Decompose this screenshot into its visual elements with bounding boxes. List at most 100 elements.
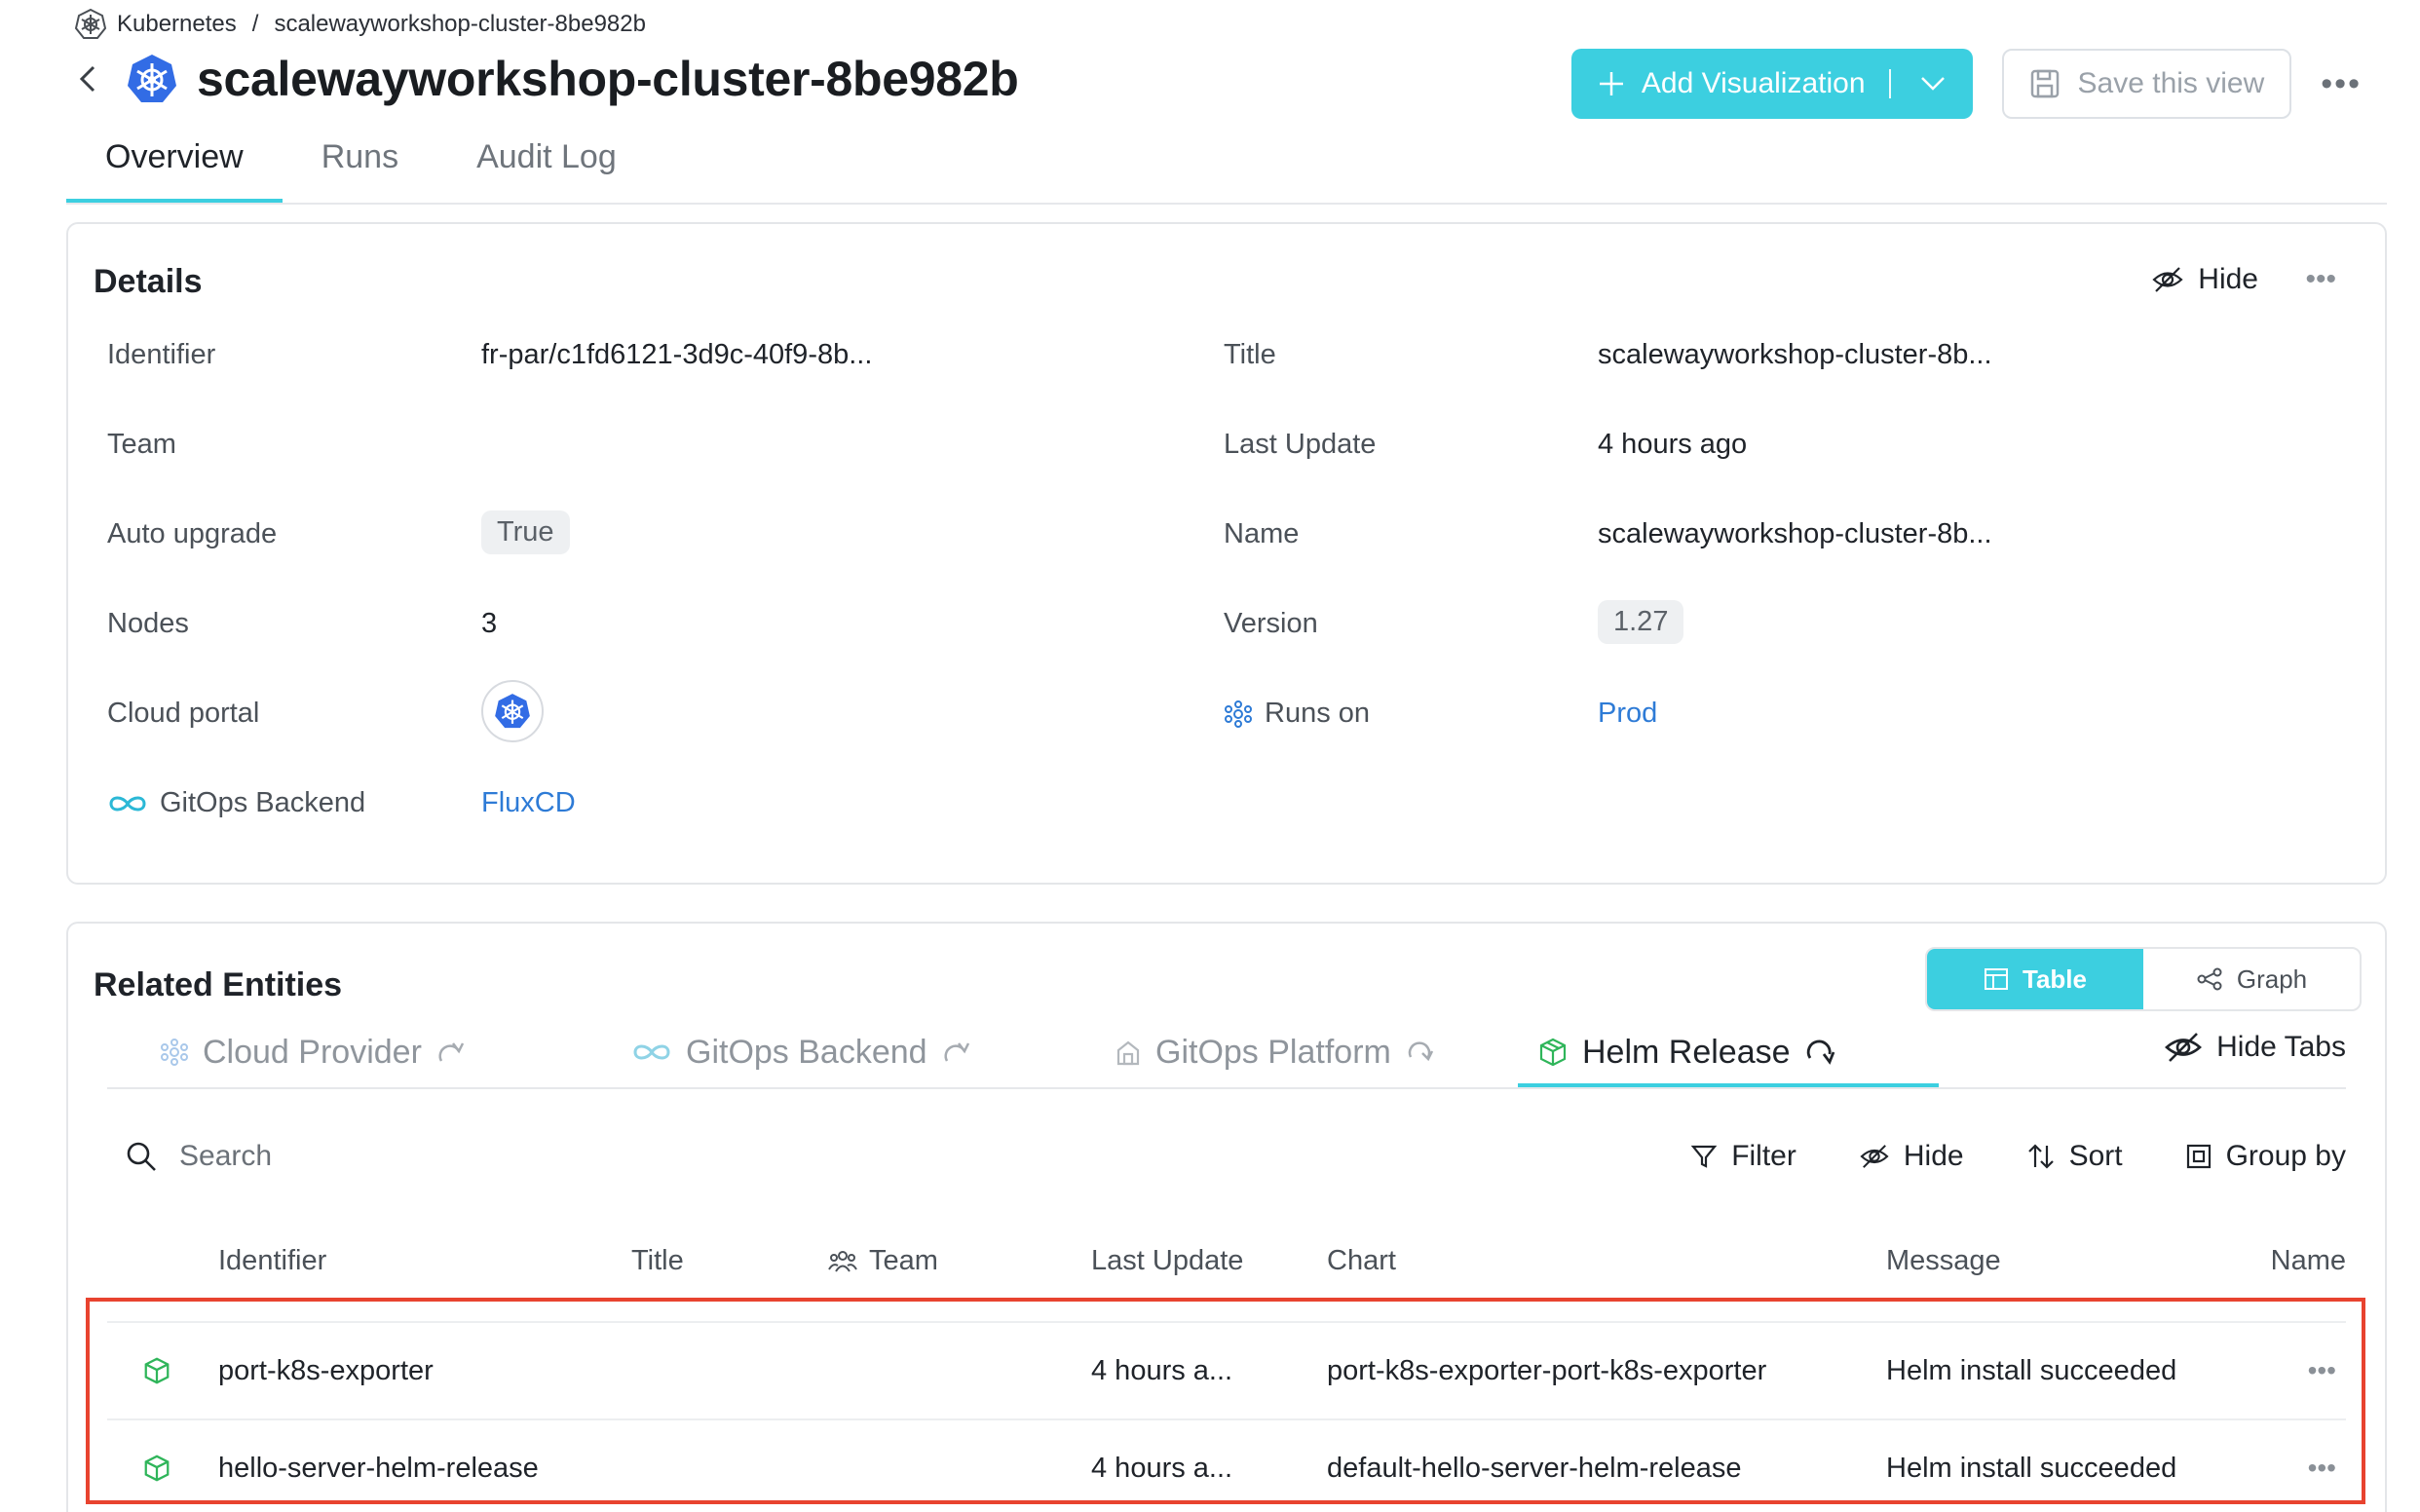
- prop-title-value: scalewayworkshop-cluster-8b...: [1598, 339, 1992, 370]
- details-card: Details Hide ••• Identifier fr-par/c1fd6…: [66, 222, 2387, 885]
- prop-identifier-label: Identifier: [107, 339, 216, 370]
- title-row: scalewayworkshop-cluster-8be982b: [68, 51, 1019, 107]
- prop-version-label: Version: [1224, 608, 1318, 639]
- page-tabs: Overview Runs Audit Log: [66, 127, 2387, 205]
- team-icon: [828, 1250, 857, 1272]
- row-identifier-link[interactable]: hello-server-helm-release: [218, 1420, 539, 1512]
- plus-icon: [1599, 72, 1623, 95]
- details-title: Details: [94, 263, 203, 300]
- helm-package-icon: [1539, 1038, 1567, 1067]
- back-button[interactable]: [68, 59, 107, 98]
- chevron-left-icon: [79, 65, 95, 93]
- tab-helm-release[interactable]: Helm Release: [1537, 1017, 1835, 1087]
- prop-title-label: Title: [1224, 339, 1276, 370]
- tab-overview[interactable]: Overview: [66, 127, 283, 203]
- prop-nodes-label: Nodes: [107, 608, 189, 639]
- cloud-provider-icon: [161, 1039, 188, 1066]
- row-last-update: 4 hours a...: [1091, 1452, 1233, 1484]
- group-icon: [2186, 1144, 2211, 1169]
- details-hide-label: Hide: [2198, 263, 2258, 295]
- breadcrumb: Kubernetes / scalewayworkshop-cluster-8b…: [74, 8, 646, 41]
- save-icon: [2030, 69, 2059, 98]
- hide-tabs-button[interactable]: Hide Tabs: [2164, 1031, 2346, 1064]
- helm-package-icon: [142, 1323, 171, 1418]
- page: Kubernetes / scalewayworkshop-cluster-8b…: [0, 0, 2420, 1512]
- sort-button[interactable]: Sort: [2026, 1140, 2123, 1173]
- breadcrumb-root[interactable]: Kubernetes: [117, 11, 237, 38]
- tab-gitops-backend[interactable]: GitOps Backend: [631, 1017, 970, 1087]
- row-identifier-link[interactable]: port-k8s-exporter: [218, 1323, 434, 1418]
- group-by-button[interactable]: Group by: [2185, 1140, 2346, 1173]
- kubernetes-icon: [495, 694, 530, 729]
- row-last-update: 4 hours a...: [1091, 1354, 1233, 1386]
- row-message: Helm install succeeded: [1886, 1452, 2177, 1484]
- breadcrumb-separator: /: [251, 11, 259, 37]
- prop-cloud-portal-value: [481, 680, 544, 742]
- kubernetes-icon: [74, 8, 107, 39]
- filter-icon: [1690, 1145, 1718, 1168]
- chevron-down-icon[interactable]: [1920, 76, 1946, 92]
- table-header: Identifier Title Team Last Update Chart …: [68, 1245, 2385, 1292]
- prop-last-update-label: Last Update: [1224, 429, 1377, 460]
- eye-off-icon: [2165, 1033, 2203, 1062]
- column-header-last-update[interactable]: Last Update: [1091, 1245, 1243, 1277]
- prop-name-value: scalewayworkshop-cluster-8b...: [1598, 518, 1992, 549]
- graph-view-button[interactable]: Graph: [2143, 949, 2360, 1009]
- entity-tabs: Cloud Provider GitOps Backend GitOps Pla…: [107, 1017, 2346, 1089]
- more-options-icon[interactable]: •••: [2321, 65, 2362, 103]
- column-header-name[interactable]: Name: [2271, 1245, 2346, 1277]
- prop-runs-on-value[interactable]: Prod: [1598, 698, 1657, 730]
- prop-gitops-backend-label: GitOps Backend: [107, 787, 365, 819]
- infinity-icon: [109, 796, 146, 811]
- table-row[interactable]: hello-server-helm-release 4 hours a... d…: [107, 1418, 2346, 1512]
- table-row[interactable]: port-k8s-exporter 4 hours a... port-k8s-…: [107, 1321, 2346, 1417]
- prop-nodes-value: 3: [481, 608, 498, 639]
- sort-icon: [2027, 1144, 2054, 1169]
- save-view-button[interactable]: Save this view: [2001, 49, 2292, 119]
- button-divider: [1888, 69, 1891, 98]
- tab-gitops-platform[interactable]: GitOps Platform: [1115, 1017, 1434, 1087]
- filter-button[interactable]: Filter: [1690, 1140, 1796, 1173]
- relation-arrow-icon: [1806, 1040, 1834, 1065]
- table-toolbar: Filter Hide Sort Group by: [1690, 1140, 2346, 1173]
- column-header-identifier[interactable]: Identifier: [218, 1245, 326, 1277]
- details-more-icon[interactable]: •••: [2305, 263, 2336, 296]
- eye-off-icon: [1860, 1145, 1889, 1168]
- row-more-icon[interactable]: •••: [2308, 1323, 2336, 1418]
- prop-auto-upgrade-label: Auto upgrade: [107, 518, 278, 549]
- row-message: Helm install succeeded: [1886, 1354, 2177, 1386]
- header-actions: Add Visualization Save this view •••: [1570, 49, 2362, 119]
- column-header-chart[interactable]: Chart: [1327, 1245, 1396, 1277]
- details-hide-button[interactable]: Hide: [2151, 263, 2258, 296]
- column-header-message[interactable]: Message: [1886, 1245, 2001, 1277]
- page-title: scalewayworkshop-cluster-8be982b: [197, 52, 1019, 106]
- column-header-team[interactable]: Team: [828, 1245, 938, 1277]
- kubernetes-icon: [128, 55, 176, 102]
- active-tab-indicator: [1518, 1083, 1939, 1087]
- prop-name-label: Name: [1224, 518, 1300, 549]
- view-toggle: Table Graph: [1925, 947, 2362, 1011]
- add-visualization-button[interactable]: Add Visualization: [1570, 49, 1973, 119]
- hide-columns-button[interactable]: Hide: [1859, 1140, 1964, 1173]
- cloud-portal-button[interactable]: [481, 680, 544, 742]
- breadcrumb-current: scalewayworkshop-cluster-8be982b: [274, 11, 646, 37]
- tab-audit-log[interactable]: Audit Log: [437, 127, 656, 203]
- tab-runs[interactable]: Runs: [283, 127, 437, 203]
- table-view-button[interactable]: Table: [1927, 949, 2143, 1009]
- prop-identifier-value: fr-par/c1fd6121-3d9c-40f9-8b...: [481, 339, 873, 370]
- relation-arrow-icon: [1408, 1041, 1433, 1062]
- helm-package-icon: [142, 1420, 171, 1512]
- relation-arrow-icon: [944, 1042, 969, 1062]
- save-view-label: Save this view: [2077, 67, 2265, 99]
- prop-gitops-backend-value[interactable]: FluxCD: [481, 787, 576, 819]
- infinity-icon: [633, 1044, 670, 1060]
- row-more-icon[interactable]: •••: [2308, 1420, 2336, 1512]
- tab-cloud-provider[interactable]: Cloud Provider: [160, 1017, 465, 1087]
- prop-cloud-portal-label: Cloud portal: [107, 698, 260, 729]
- eye-off-icon: [2152, 267, 2183, 292]
- column-header-title[interactable]: Title: [631, 1245, 684, 1277]
- version-pill: 1.27: [1598, 600, 1684, 644]
- table-view-label: Table: [2023, 964, 2087, 994]
- search-input[interactable]: Search: [125, 1140, 272, 1173]
- related-entities-title: Related Entities: [94, 966, 343, 1003]
